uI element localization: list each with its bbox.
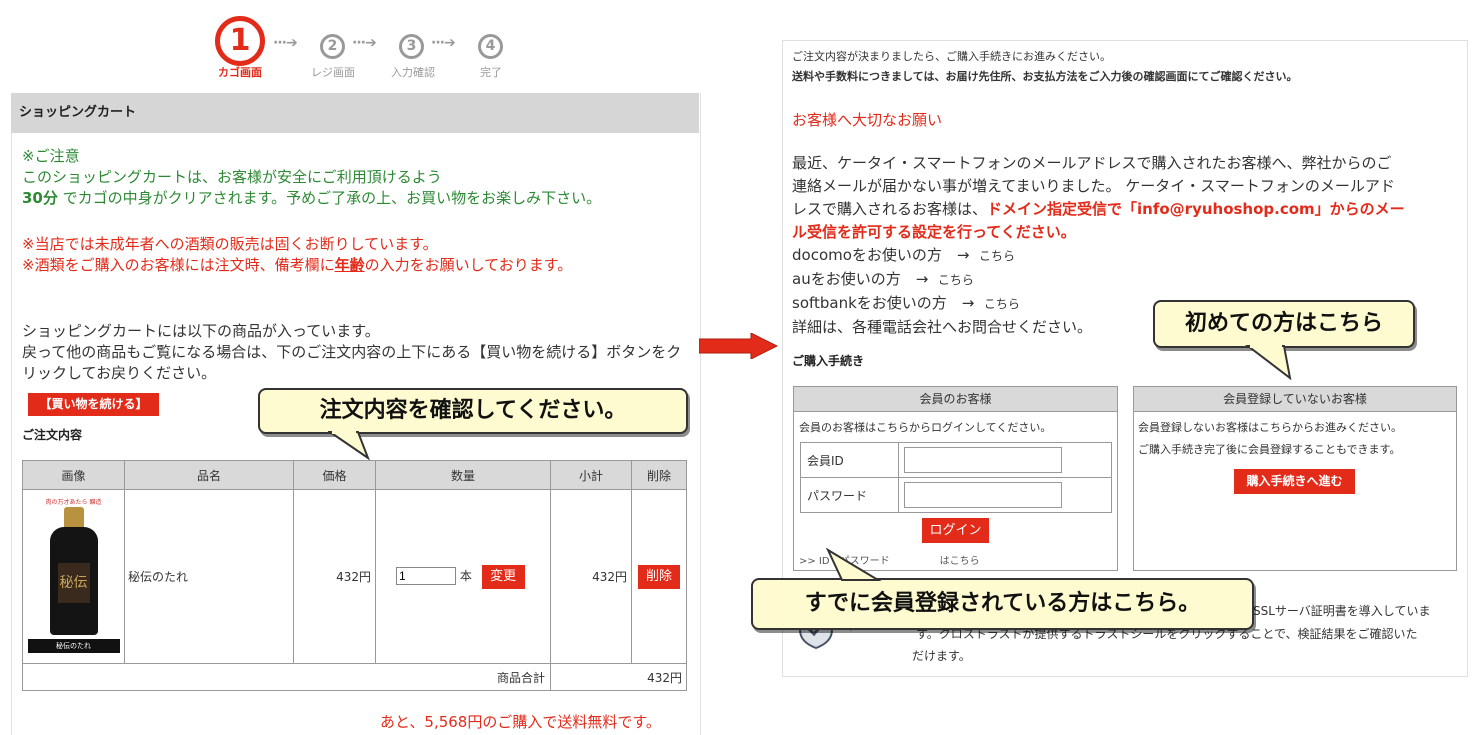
docomo-link[interactable]: こちら [979,249,1015,263]
order-contents-title: ご注文内容 [22,428,83,442]
guest-checkout-box: 会員登録していないお客様 会員登録しないお客様はこちらからお進みください。 ご購… [1133,386,1457,571]
col-delete: 削除 [631,460,687,490]
total-label: 商品合計 [22,663,551,691]
request-title: お客様へ大切なお願い [792,111,943,129]
table-row: 肉の万才あたら 醸造 秘伝 秘伝のたれ 秘伝のたれ 432円 本 変更 432円… [22,489,687,664]
step-4-label: 完了 [480,66,502,79]
product-price: 432円 [293,489,376,664]
col-image: 画像 [22,460,125,490]
col-subtotal: 小計 [550,460,632,490]
member-login-box: 会員のお客様 会員のお客様はこちらからログインしてください。 会員ID パスワー… [793,386,1118,571]
continue-shopping-button[interactable]: 【買い物を続ける】 [28,393,159,416]
callout-tail-icon [825,548,882,581]
proceed-purchase-button[interactable]: 購入手続きへ進む [1234,469,1355,494]
step-1-label: カゴ画面 [218,66,262,79]
au-link[interactable]: こちら [938,273,974,287]
softbank-link[interactable]: こちら [984,297,1020,311]
delete-cell: 削除 [631,489,687,664]
password-input[interactable] [904,482,1062,508]
delete-item-button[interactable]: 削除 [638,564,680,589]
free-shipping-message: あと、5,568円のご購入で送料無料です。 [380,713,661,731]
ssl-line-1: SSLサーバ証明書を導入していま [1253,604,1431,618]
first-time-callout: 初めての方はこちら [1153,300,1415,348]
quantity-cell: 本 変更 [375,489,551,664]
age-emphasis: 年齢 [334,256,365,274]
step-arrow-icon: ···➔ [352,35,377,51]
quantity-unit: 本 [459,568,472,583]
checkout-intro: ご注文内容が決まりましたら、ご購入手続きにお進みください。 [792,50,1111,63]
col-price: 価格 [293,460,376,490]
carrier-au: auをお使いの方 → こちら [792,270,974,288]
step-4-circle: 4 [478,34,503,59]
notice-line: このショッピングカートは、お客様が安全にご利用頂けるよう [22,168,442,186]
cart-intro: ショッピングカートには以下の商品が入っています。 戻って他の商品もご覧になる場合… [22,322,682,382]
alcohol-line: ※当店では未成年者への酒類の販売は固くお断りしています。 [22,235,438,253]
notice-title: ※ご注意 [22,147,80,165]
step-2-label: レジ画面 [311,66,355,79]
alcohol-notice: ※当店では未成年者への酒類の販売は固くお断りしています。 ※酒類をご購入のお客様… [22,234,572,276]
login-form: 会員ID パスワード [800,442,1112,513]
member-desc: 会員のお客様はこちらからログインしてください。 [799,421,1052,434]
member-id-label: 会員ID [800,442,899,478]
ssl-line-3: だけます。 [912,649,971,663]
total-value: 432円 [550,663,687,691]
carrier-docomo: docomoをお使いの方 → こちら [792,246,1016,264]
shipping-fee-note: 送料や手数料につきましては、お届け先住所、お支払方法をご入力後の確認画面にてご確… [792,70,1298,83]
notice-line: 30分 でカゴの中身がクリアされます。予めご了承の上、お買い物をお楽しみ下さい。 [22,189,602,207]
password-label: パスワード [800,477,899,513]
update-quantity-button[interactable]: 変更 [481,564,525,589]
notice-timeout: 30分 [22,189,58,207]
step-2-circle: 2 [320,34,345,59]
login-button[interactable]: ログイン [922,518,989,543]
callout-tail-icon [328,430,370,460]
guest-desc-2: ご購入手続き完了後に会員登録することもできます。 [1138,443,1401,456]
col-name: 品名 [124,460,294,490]
step-3-circle: 3 [399,34,424,59]
confirm-order-callout: 注文内容を確認してください。 [258,388,688,434]
cart-timeout-notice: ※ご注意 このショッピングカートは、お客様が安全にご利用頂けるよう 30分 でカ… [22,146,601,209]
procedure-title: ご購入手続き [792,354,865,368]
arrow-right-icon [699,333,779,359]
step-1-circle: 1 [215,16,265,66]
step-arrow-icon: ···➔ [431,35,456,51]
total-row: 商品合計 432円 [22,663,687,691]
product-image-cell: 肉の万才あたら 醸造 秘伝 秘伝のたれ [22,489,125,664]
product-image[interactable]: 肉の万才あたら 醸造 秘伝 秘伝のたれ [27,496,120,657]
product-name[interactable]: 秘伝のたれ [124,489,294,664]
guest-desc-1: 会員登録しないお客様はこちらからお進みください。 [1138,421,1402,434]
callout-tail-icon [1245,344,1292,380]
item-subtotal: 432円 [550,489,632,664]
col-quantity: 数量 [375,460,551,490]
step-arrow-icon: ···➔ [273,35,298,51]
member-id-input[interactable] [904,447,1062,473]
table-header-row: 画像 品名 価格 数量 小計 削除 [22,460,687,490]
step-3-label: 入力確認 [391,66,435,79]
cart-table: 画像 品名 価格 数量 小計 削除 肉の万才あたら 醸造 秘伝 秘伝のたれ 秘伝… [22,460,687,691]
alcohol-line: ※酒類をご購入のお客様には注文時、備考欄に年齢の入力をお願いしております。 [22,256,573,274]
member-box-header: 会員のお客様 [794,387,1117,412]
already-member-callout: すでに会員登録されている方はこちら。 [751,578,1254,630]
cart-header: ショッピングカート [11,93,699,133]
quantity-input[interactable] [396,566,456,585]
guest-box-header: 会員登録していないお客様 [1134,387,1456,412]
